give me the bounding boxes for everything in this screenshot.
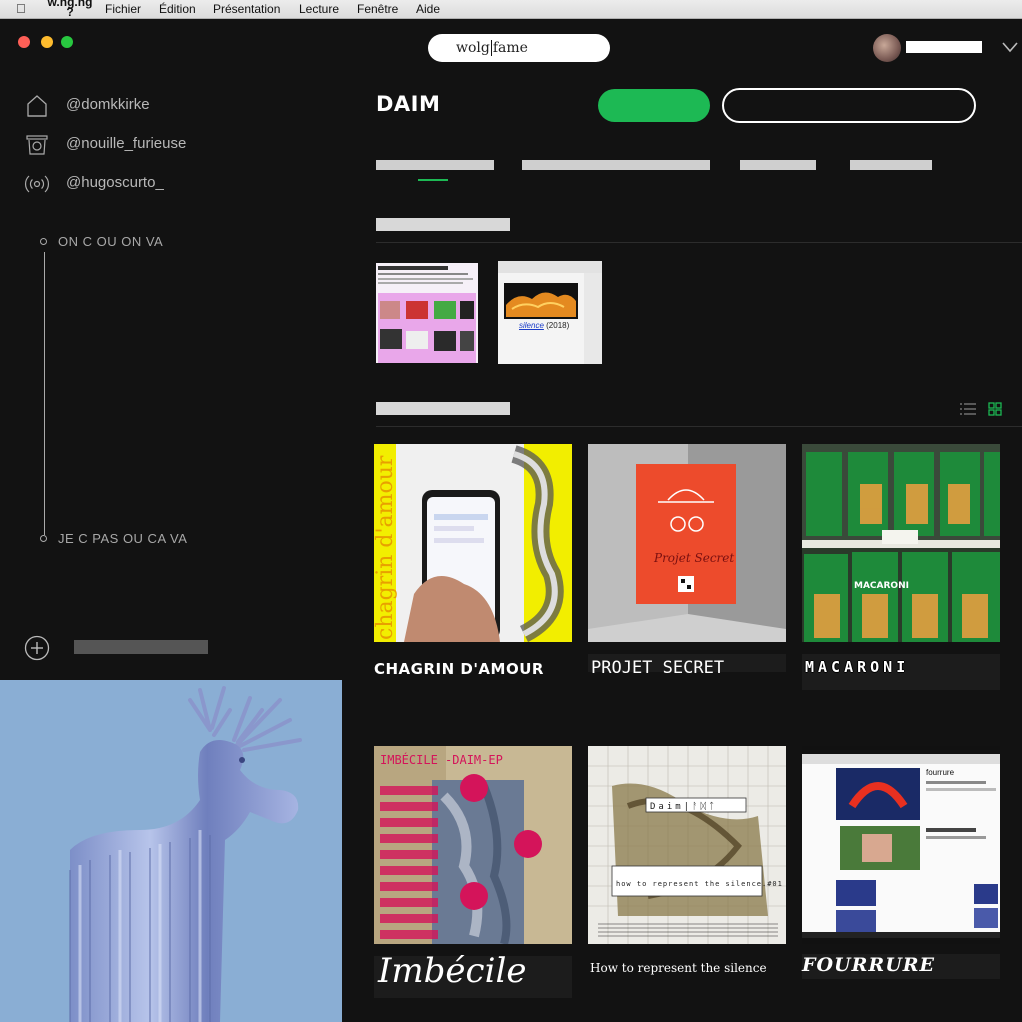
recent-caption-year: (2018) <box>543 321 570 330</box>
album-art-text: Projet Secret <box>653 551 734 565</box>
zoom-window-button[interactable] <box>61 36 73 48</box>
user-avatar[interactable] <box>873 34 901 62</box>
menu-lecture[interactable]: Lecture <box>299 2 339 16</box>
list-view-icon[interactable] <box>960 402 976 416</box>
album-title[interactable]: How to represent the silence <box>590 961 767 975</box>
album-art-text: chagrin d'amour <box>374 455 398 640</box>
recent-caption-link[interactable]: silence <box>519 321 544 330</box>
album-title[interactable]: MACARONI <box>805 658 909 676</box>
tab-about[interactable] <box>740 160 816 170</box>
sidebar-item-label: @domkkirke <box>66 96 150 113</box>
search-text-after-caret: fame <box>492 40 528 56</box>
text-caret <box>490 40 492 56</box>
recent-thumbnail-caption: silence (2018) <box>519 321 569 330</box>
tab-overview[interactable] <box>376 160 494 170</box>
timeline-start-dot <box>40 238 47 245</box>
section-divider <box>376 242 1022 243</box>
add-playlist-button[interactable] <box>24 635 50 661</box>
album-art-text: how to represent the silence.#01 <box>616 880 783 888</box>
artist-logo: DAIM <box>376 92 441 116</box>
album-title[interactable]: PROJET SECRET <box>591 658 724 678</box>
recent-thumbnail-2[interactable] <box>498 261 602 364</box>
search-input[interactable]: wolg fame <box>428 34 610 62</box>
album-cover-chagrin-damour[interactable]: chagrin d'amour <box>374 444 572 642</box>
album-cover-how-to-represent-the-silence[interactable]: Daim|ᚨᛞᛏ how to represent the silence.#0… <box>588 746 786 944</box>
minimize-window-button[interactable] <box>41 36 53 48</box>
timeline-end-label[interactable]: JE C PAS OU CA VA <box>58 531 187 546</box>
svg-text:Daim|ᚨᛞᛏ: Daim|ᚨᛞᛏ <box>650 801 717 812</box>
tab-related[interactable] <box>522 160 710 170</box>
apple-icon[interactable]:  <box>16 1 26 16</box>
now-playing-artwork[interactable] <box>0 680 342 1022</box>
album-cover-macaroni[interactable]: MACARONI <box>802 444 1000 642</box>
recent-thumbnail-1[interactable] <box>376 263 478 363</box>
section-divider <box>376 426 1022 427</box>
radio-icon <box>25 175 49 193</box>
new-playlist-placeholder <box>74 640 208 654</box>
search-text-before-caret: wolg <box>456 40 490 56</box>
album-cover-projet-secret[interactable]: Projet Secret <box>588 444 786 642</box>
sidebar-item-label: @nouille_furieuse <box>66 135 187 152</box>
album-title[interactable]: Imbécile <box>378 951 526 991</box>
follow-button[interactable] <box>722 88 976 123</box>
active-tab-indicator <box>418 179 448 181</box>
grid-view-icon[interactable] <box>987 402 1003 416</box>
home-icon <box>27 95 47 117</box>
menu-bar:  w.ng.ng? Fichier Édition Présentation … <box>0 0 1022 19</box>
tab-concerts[interactable] <box>850 160 932 170</box>
username-placeholder[interactable] <box>906 41 982 53</box>
close-window-button[interactable] <box>18 36 30 48</box>
timeline-line <box>44 252 45 535</box>
timeline-start-label[interactable]: ON C OU ON VA <box>58 234 163 249</box>
section-heading-albums <box>376 402 510 415</box>
album-title[interactable]: CHAGRIN D'AMOUR <box>374 660 544 678</box>
menu-fichier[interactable]: Fichier <box>105 2 141 16</box>
bin-icon <box>26 135 48 155</box>
menu-presentation[interactable]: Présentation <box>213 2 280 16</box>
album-art-text: IMBÉCILE -DAIM-EP <box>380 752 503 767</box>
timeline-end-dot <box>40 535 47 542</box>
album-cover-fourrure[interactable]: fourrure <box>802 746 1000 944</box>
album-cover-imbecile[interactable]: IMBÉCILE -DAIM-EP <box>374 746 572 944</box>
section-heading-recent <box>376 218 510 231</box>
play-button[interactable] <box>598 89 710 122</box>
menu-fenetre[interactable]: Fenêtre <box>357 2 398 16</box>
sidebar-item-label: @hugoscurto_ <box>66 174 164 191</box>
menu-edition[interactable]: Édition <box>159 2 196 16</box>
album-art-text: fourrure <box>926 768 955 777</box>
album-art-text: MACARONI <box>854 581 909 591</box>
app-name-menu[interactable]: w.ng.ng? <box>42 0 98 18</box>
menu-aide[interactable]: Aide <box>416 2 440 16</box>
chevron-down-icon[interactable] <box>1001 41 1019 53</box>
album-title[interactable]: FOURRURE <box>802 954 935 976</box>
app-window: wolg fame @domkkirke @nouille_furieuse @h… <box>0 19 1022 1022</box>
